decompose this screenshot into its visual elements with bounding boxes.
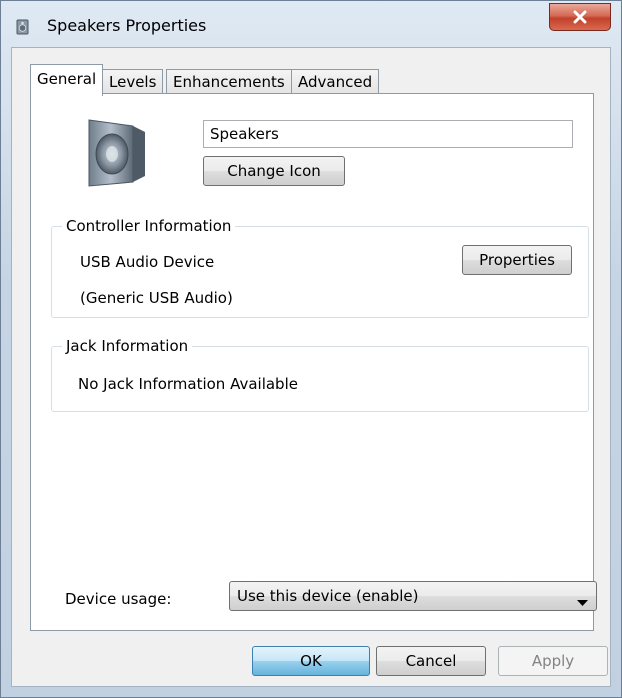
- jack-information-message: No Jack Information Available: [78, 375, 298, 393]
- jack-information-group: Jack Information No Jack Information Ava…: [51, 336, 589, 412]
- controller-device-text: USB Audio Device: [80, 253, 215, 271]
- speakers-properties-window: Speakers Properties General Levels Enhan…: [0, 0, 622, 698]
- title-bar[interactable]: Speakers Properties: [1, 1, 621, 47]
- device-usage-select[interactable]: Use this device (enable): [229, 581, 597, 611]
- speaker-icon: [15, 19, 31, 35]
- controller-information-group: Controller Information USB Audio Device …: [51, 216, 589, 318]
- jack-information-title: Jack Information: [62, 336, 193, 356]
- device-name-field[interactable]: [203, 120, 573, 148]
- speaker-icon: [83, 116, 153, 188]
- apply-button[interactable]: Apply: [498, 646, 608, 676]
- close-button[interactable]: [549, 3, 611, 31]
- close-icon: [572, 10, 588, 24]
- device-usage-label: Device usage:: [65, 590, 172, 608]
- ok-button[interactable]: OK: [252, 646, 370, 676]
- cancel-button[interactable]: Cancel: [376, 646, 486, 676]
- controller-driver-text: (Generic USB Audio): [80, 289, 233, 307]
- dialog-client-area: General Levels Enhancements Advanced Spe…: [11, 47, 611, 687]
- general-tab-panel: Change Icon Controller Information USB A…: [30, 93, 597, 631]
- device-usage-value: Use this device (enable): [237, 587, 419, 605]
- window-title: Speakers Properties: [47, 16, 207, 35]
- chevron-down-icon: [577, 593, 588, 611]
- controller-properties-button[interactable]: Properties: [462, 245, 572, 275]
- tab-enhancements[interactable]: Enhancements: [166, 69, 292, 95]
- controller-information-title: Controller Information: [62, 216, 236, 236]
- tab-advanced[interactable]: Advanced: [291, 69, 380, 95]
- tab-levels[interactable]: Levels: [102, 69, 164, 95]
- change-icon-button[interactable]: Change Icon: [203, 156, 345, 186]
- tab-general[interactable]: General: [30, 64, 104, 96]
